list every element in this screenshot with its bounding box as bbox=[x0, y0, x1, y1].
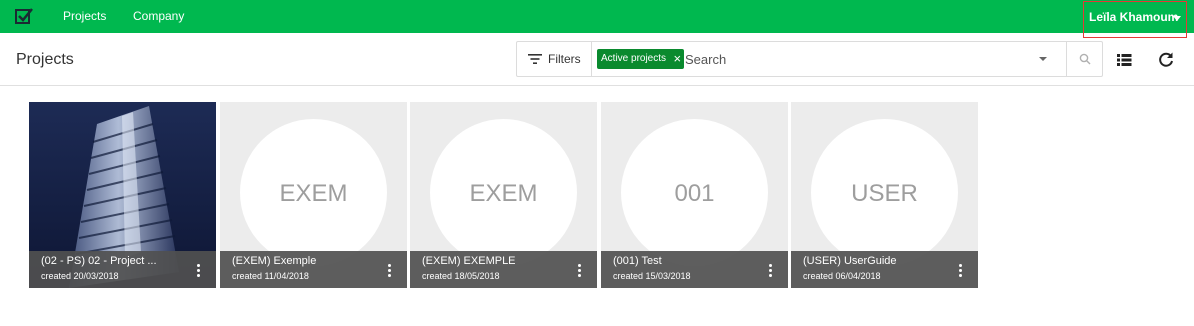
project-card[interactable]: EXEM (EXEM) EXEMPLE created 18/05/2018 bbox=[410, 102, 597, 288]
caret-down-icon bbox=[1173, 16, 1181, 21]
chip-label: Active projects bbox=[601, 53, 667, 64]
filter-icon bbox=[528, 54, 542, 64]
project-created-date: created 06/04/2018 bbox=[803, 271, 881, 281]
project-code: EXEM bbox=[469, 180, 538, 207]
project-code: EXEM bbox=[279, 180, 348, 207]
project-name: (EXEM) EXEMPLE bbox=[422, 255, 516, 267]
filter-search-bar: Filters Active projects × bbox=[516, 41, 1103, 77]
card-footer: (EXEM) EXEMPLE created 18/05/2018 bbox=[410, 251, 597, 288]
top-nav-bar: Projects Company Leïla Khamoum bbox=[0, 0, 1194, 38]
nav-company-link[interactable]: Company bbox=[133, 9, 184, 23]
header-divider bbox=[0, 85, 1194, 86]
project-code: 001 bbox=[674, 180, 715, 207]
check-box-icon[interactable] bbox=[14, 6, 34, 26]
project-created-date: created 11/04/2018 bbox=[232, 271, 309, 281]
refresh-icon[interactable] bbox=[1156, 50, 1176, 70]
search-button[interactable] bbox=[1066, 42, 1102, 76]
page-title: Projects bbox=[16, 51, 74, 68]
project-code: USER bbox=[851, 180, 918, 207]
active-projects-filter-chip: Active projects × bbox=[597, 49, 685, 69]
card-footer: (001) Test created 15/03/2018 bbox=[601, 251, 788, 288]
more-options-icon[interactable] bbox=[384, 262, 394, 278]
user-name: Leïla Khamoum bbox=[1089, 10, 1179, 24]
project-card[interactable]: 001 (001) Test created 15/03/2018 bbox=[601, 102, 788, 288]
filters-label: Filters bbox=[548, 52, 581, 66]
search-icon bbox=[1079, 53, 1091, 65]
filters-button[interactable]: Filters bbox=[517, 42, 592, 76]
card-footer: (EXEM) Exemple created 11/04/2018 bbox=[220, 251, 407, 288]
project-created-date: created 15/03/2018 bbox=[613, 271, 691, 281]
project-created-date: created 18/05/2018 bbox=[422, 271, 500, 281]
project-name: (001) Test bbox=[613, 255, 662, 267]
card-footer: (02 - PS) 02 - Project ... created 20/03… bbox=[29, 251, 216, 288]
project-name: (02 - PS) 02 - Project ... bbox=[41, 255, 157, 267]
more-options-icon[interactable] bbox=[765, 262, 775, 278]
list-view-icon[interactable] bbox=[1114, 50, 1134, 70]
card-footer: (USER) UserGuide created 06/04/2018 bbox=[791, 251, 978, 288]
search-input[interactable] bbox=[685, 49, 1025, 69]
more-options-icon[interactable] bbox=[193, 262, 203, 278]
project-card[interactable]: (02 - PS) 02 - Project ... created 20/03… bbox=[29, 102, 216, 288]
project-card[interactable]: USER (USER) UserGuide created 06/04/2018 bbox=[791, 102, 978, 288]
project-name: (USER) UserGuide bbox=[803, 255, 897, 267]
more-options-icon[interactable] bbox=[574, 262, 584, 278]
project-card[interactable]: EXEM (EXEM) Exemple created 11/04/2018 bbox=[220, 102, 407, 288]
nav-projects-link[interactable]: Projects bbox=[63, 9, 106, 23]
more-options-icon[interactable] bbox=[955, 262, 965, 278]
remove-filter-icon[interactable]: × bbox=[673, 49, 681, 69]
project-created-date: created 20/03/2018 bbox=[41, 271, 119, 281]
search-dropdown-icon[interactable] bbox=[1039, 57, 1047, 61]
project-name: (EXEM) Exemple bbox=[232, 255, 317, 267]
user-menu[interactable]: Leïla Khamoum bbox=[1083, 1, 1187, 38]
